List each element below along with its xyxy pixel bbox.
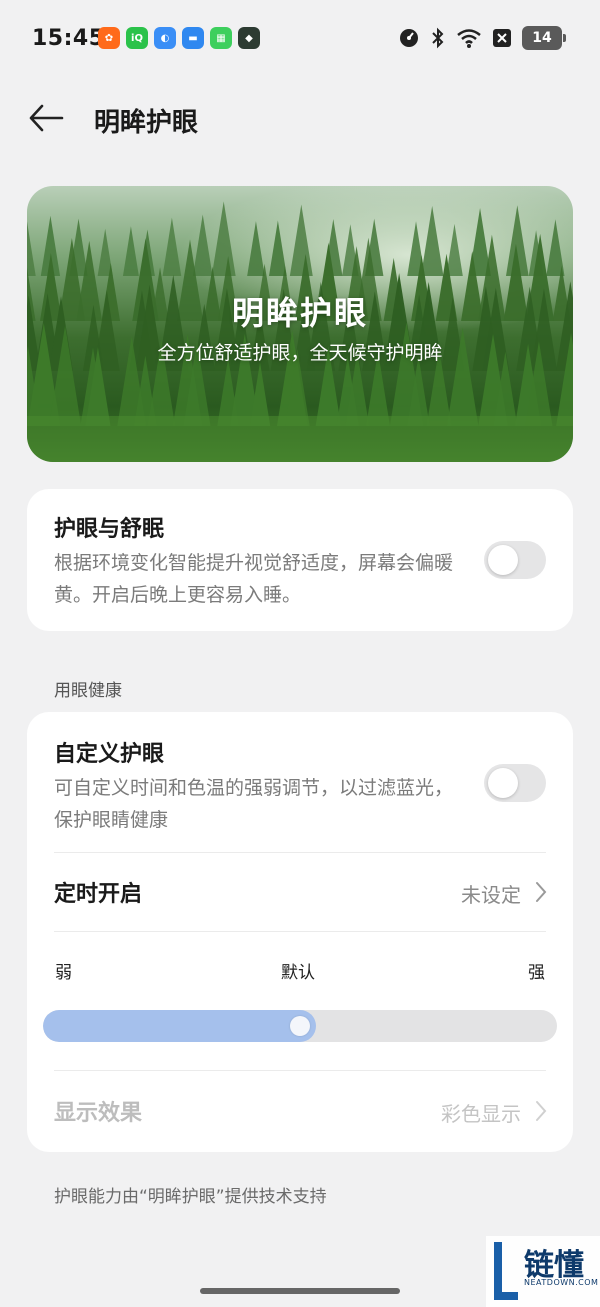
browser-app-icon: ◐ xyxy=(154,27,176,49)
speedometer-icon xyxy=(398,27,420,49)
tree-shape xyxy=(122,226,139,276)
tree-shape xyxy=(162,217,182,276)
custom-eye-care-title: 自定义护眼 xyxy=(54,742,165,767)
section-label-eye-health: 用眼健康 xyxy=(54,681,122,701)
arrow-left-icon xyxy=(29,104,64,132)
display-effect-label: 显示效果 xyxy=(54,1101,143,1126)
watermark-subtext: NEATDOWN.COM xyxy=(524,1278,599,1287)
header: 明眸护眼 xyxy=(0,90,600,146)
eye-health-card: 自定义护眼 可自定义时间和色温的强弱调节，以过滤蓝光，保护眼睛健康 定时开启 未… xyxy=(27,712,573,1152)
tree-shape xyxy=(192,214,213,276)
no-sim-icon xyxy=(492,27,512,49)
intensity-slider-fill xyxy=(43,1010,316,1042)
display-effect-value: 彩色显示 xyxy=(441,1102,521,1126)
eye-sleep-card: 护眼与舒眠 根据环境变化智能提升视觉舒适度，屏幕会偏暖黄。开启后晚上更容易入睡。 xyxy=(27,489,573,631)
watermark-l-icon xyxy=(494,1242,518,1300)
grid-app-icon: ▦ xyxy=(210,27,232,49)
home-indicator[interactable] xyxy=(200,1288,400,1294)
forest-ground xyxy=(27,416,573,462)
toggle-knob xyxy=(488,545,518,575)
footer-note: 护眼能力由“明眸护眼”提供技术支持 xyxy=(54,1187,327,1207)
wallet-app-icon: ▬ xyxy=(182,27,204,49)
eye-sleep-description: 根据环境变化智能提升视觉舒适度，屏幕会偏暖黄。开启后晚上更容易入睡。 xyxy=(54,552,454,606)
security-app-icon: ◆ xyxy=(238,27,260,49)
chevron-right-icon xyxy=(536,882,547,902)
intensity-default-label: 默认 xyxy=(281,963,315,983)
custom-eye-care-toggle[interactable] xyxy=(484,764,546,802)
tree-shape xyxy=(289,204,313,276)
notification-app-icons: ✿ iQ ◐ ▬ ▦ ◆ xyxy=(98,27,260,49)
hero-title: 明眸护眼 xyxy=(231,294,368,332)
toggle-knob xyxy=(488,768,518,798)
divider xyxy=(54,852,546,853)
wifi-icon xyxy=(456,27,482,49)
divider xyxy=(54,1070,546,1071)
chevron-right-icon xyxy=(536,1101,547,1121)
schedule-value: 未设定 xyxy=(461,883,521,907)
eye-sleep-toggle[interactable] xyxy=(484,541,546,579)
tree-shape xyxy=(247,221,265,276)
status-time: 15:45 xyxy=(32,26,105,51)
hero-subtitle: 全方位舒适护眼，全天候守护明眸 xyxy=(157,342,443,364)
battery-icon: 14 xyxy=(522,26,566,50)
schedule-label: 定时开启 xyxy=(54,882,143,907)
intensity-slider[interactable] xyxy=(43,1010,557,1042)
intensity-labels: 弱 默认 强 xyxy=(27,958,573,984)
hero-banner: 明眸护眼 全方位舒适护眼，全天候守护明眸 xyxy=(27,186,573,462)
back-button[interactable] xyxy=(24,98,68,138)
intensity-slider-thumb[interactable] xyxy=(290,1016,310,1036)
divider xyxy=(54,931,546,932)
iqiyi-app-icon: iQ xyxy=(126,27,148,49)
tree-shape xyxy=(27,221,36,276)
display-effect-row[interactable]: 显示效果 彩色显示 xyxy=(27,1073,573,1149)
status-right: 14 xyxy=(398,26,566,50)
tree-shape xyxy=(211,201,236,276)
intensity-strong-label: 强 xyxy=(528,963,545,983)
intensity-weak-label: 弱 xyxy=(55,963,72,983)
custom-eye-care-description: 可自定义时间和色温的强弱调节，以过滤蓝光，保护眼睛健康 xyxy=(54,777,454,831)
watermark-logo: 链懂 NEATDOWN.COM xyxy=(486,1236,600,1307)
taobao-app-icon: ✿ xyxy=(98,27,120,49)
bluetooth-icon xyxy=(430,27,446,49)
eye-sleep-title: 护眼与舒眠 xyxy=(54,517,165,542)
status-bar: 15:45 ✿ iQ ◐ ▬ ▦ ◆ 14 xyxy=(0,0,600,80)
tree-shape xyxy=(268,220,287,276)
schedule-row[interactable]: 定时开启 未设定 xyxy=(27,854,573,930)
page-title: 明眸护眼 xyxy=(94,108,199,138)
tree-shape xyxy=(420,205,444,276)
